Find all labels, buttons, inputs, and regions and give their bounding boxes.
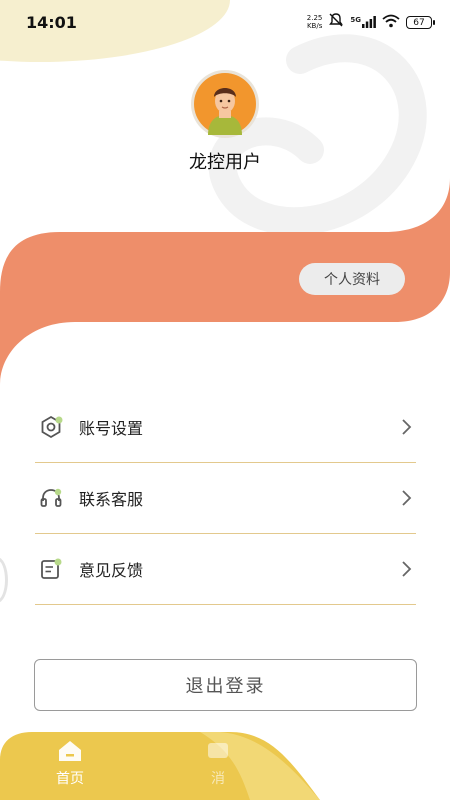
wifi-icon xyxy=(382,13,400,32)
logout-button[interactable]: 退出登录 xyxy=(34,659,417,711)
network-type: 5G xyxy=(350,16,361,24)
battery-icon: 67 xyxy=(406,15,435,29)
menu-item-label: 意见反馈 xyxy=(79,561,144,580)
bottom-tab-bar: 首页 消 xyxy=(0,730,450,800)
feedback-icon xyxy=(37,555,65,583)
menu-item-label: 联系客服 xyxy=(79,490,144,509)
chevron-right-icon xyxy=(396,488,416,508)
message-icon xyxy=(206,740,230,766)
menu-item-account-settings[interactable]: 账号设置 xyxy=(35,392,416,463)
mute-bell-icon xyxy=(328,12,344,32)
home-icon xyxy=(58,740,82,766)
network-speed: 2.25 KB/s xyxy=(307,14,323,30)
tab-message[interactable]: 消 xyxy=(206,740,230,788)
status-icons: 2.25 KB/s 5G 67 xyxy=(307,12,435,32)
tab-label: 首页 xyxy=(56,771,84,787)
cellular-signal-icon: 5G xyxy=(350,16,376,28)
profile-section: 龙控用户 xyxy=(0,70,450,174)
settings-icon xyxy=(37,413,65,441)
username: 龙控用户 xyxy=(189,152,261,173)
avatar[interactable] xyxy=(191,70,259,138)
network-speed-value: 2.25 xyxy=(306,14,323,22)
menu-item-customer-service[interactable]: 联系客服 xyxy=(35,463,416,534)
status-bar: 14:01 2.25 KB/s 5G 67 xyxy=(0,0,450,44)
menu-item-label: 账号设置 xyxy=(79,419,144,438)
chevron-right-icon xyxy=(396,417,416,437)
tab-home[interactable]: 首页 xyxy=(56,740,84,788)
settings-menu: 账号设置 联系客服 意见反馈 xyxy=(35,392,416,605)
headset-icon xyxy=(37,484,65,512)
network-speed-unit: KB/s xyxy=(306,22,323,30)
chevron-right-icon xyxy=(396,559,416,579)
menu-item-feedback[interactable]: 意见反馈 xyxy=(35,534,416,605)
user-avatar-icon xyxy=(194,73,256,135)
status-time: 14:01 xyxy=(26,12,77,32)
profile-info-button[interactable]: 个人资料 xyxy=(299,263,405,295)
tab-label: 消 xyxy=(211,771,225,787)
